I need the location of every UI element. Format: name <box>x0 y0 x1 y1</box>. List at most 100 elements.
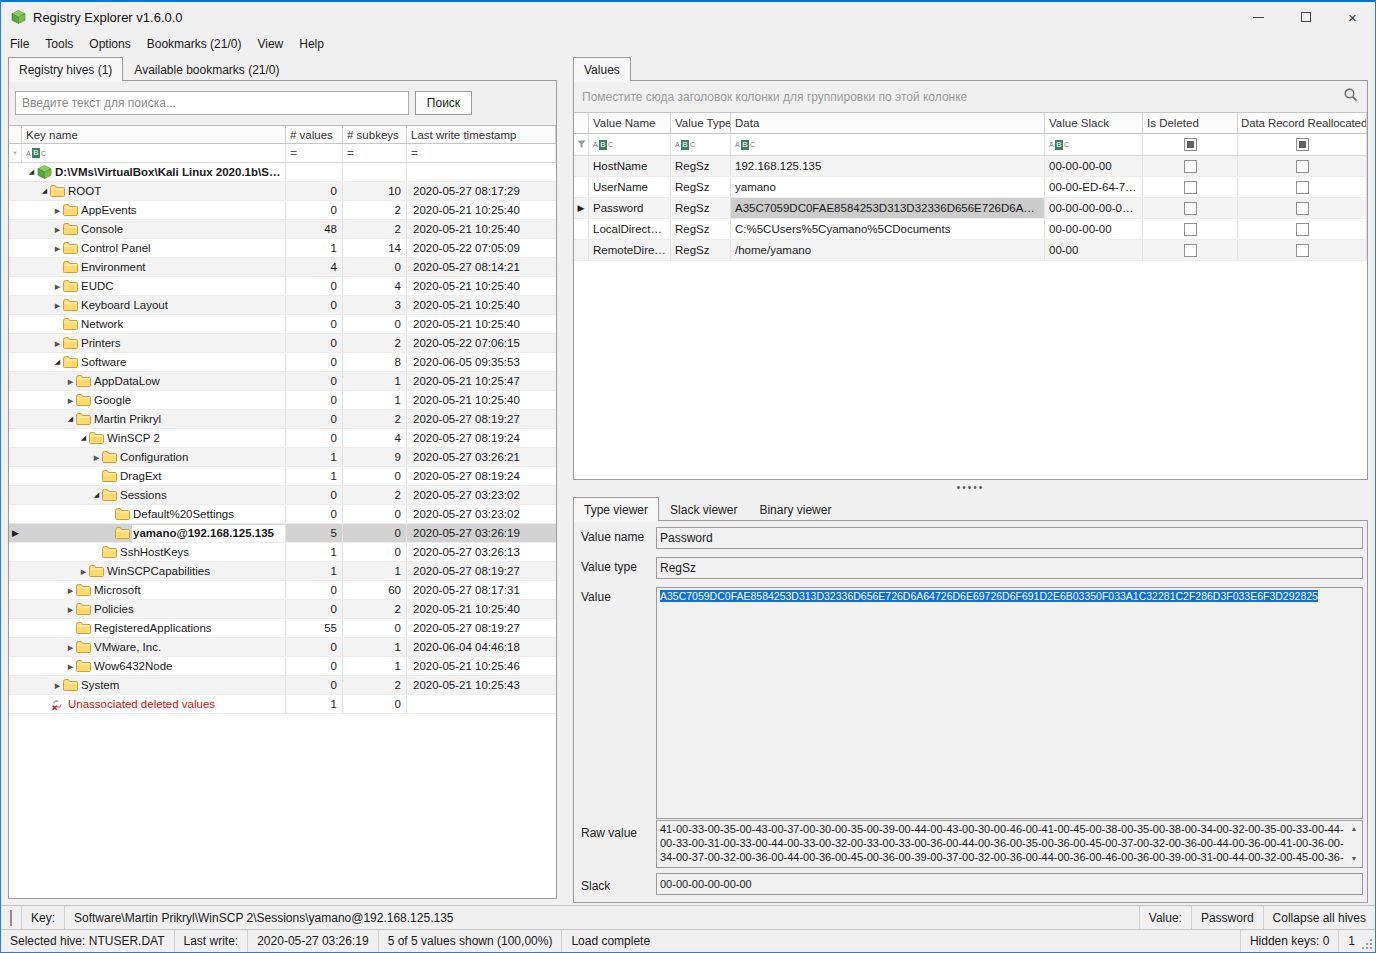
tree-row-d-vms-virtualbox-kali-linux-2020-1b-sh-[interactable]: D:\VMs\VirtualBox\Kali Linux 2020.1b\Sh.… <box>9 163 556 182</box>
tree-row-sshhostkeys[interactable]: SshHostKeys102020-05-27 03:26:13 <box>9 543 556 562</box>
scroll-down-icon[interactable]: ▼ <box>1351 852 1358 866</box>
menu-bookmarks[interactable]: Bookmarks (21/0) <box>139 34 250 54</box>
values-filter-deleted[interactable] <box>1143 134 1238 155</box>
tree-row-microsoft[interactable]: Microsoft0602020-05-27 08:17:31 <box>9 581 556 600</box>
search-button[interactable]: Поиск <box>415 91 472 115</box>
data-record-reallocated-checkbox[interactable] <box>1238 240 1367 260</box>
expander-icon[interactable] <box>65 415 76 423</box>
tree-row-registeredapplications[interactable]: RegisteredApplications5502020-05-27 08:1… <box>9 619 556 638</box>
tab-slack-viewer[interactable]: Slack viewer <box>659 497 748 521</box>
text-filter-icon[interactable]: ABC <box>735 140 755 150</box>
values-filter-slack[interactable]: ABC <box>1045 134 1143 155</box>
menu-tools[interactable]: Tools <box>37 34 81 54</box>
tree-row-winscp-2[interactable]: WinSCP 2042020-05-27 08:19:24 <box>9 429 556 448</box>
tree-row-configuration[interactable]: Configuration192020-05-27 03:26:21 <box>9 448 556 467</box>
tab-binary-viewer[interactable]: Binary viewer <box>748 497 842 521</box>
tree-row-winscpcapabilities[interactable]: WinSCPCapabilities112020-05-27 08:19:27 <box>9 562 556 581</box>
menu-options[interactable]: Options <box>81 34 138 54</box>
tree-filter-keyname[interactable]: ABC <box>22 144 286 162</box>
data-record-reallocated-checkbox[interactable] <box>1238 156 1367 176</box>
filter-funnel-icon[interactable] <box>9 144 22 162</box>
tree-filter-values[interactable]: = <box>286 144 343 162</box>
is-deleted-checkbox[interactable] <box>1143 177 1238 197</box>
expander-icon[interactable] <box>39 187 50 195</box>
is-deleted-checkbox[interactable] <box>1143 198 1238 218</box>
tree-row-sessions[interactable]: Sessions022020-05-27 03:23:02 <box>9 486 556 505</box>
tree-row-printers[interactable]: Printers022020-05-22 07:06:15 <box>9 334 556 353</box>
search-icon[interactable] <box>1343 87 1359 106</box>
values-filter-funnel-icon[interactable] <box>574 134 589 155</box>
value-row-hostname[interactable]: HostNameRegSz192.168.125.13500-00-00-00 <box>574 156 1367 177</box>
value-type-field[interactable]: RegSz <box>656 557 1363 579</box>
tree-row-appdatalow[interactable]: AppDataLow012020-05-21 10:25:47 <box>9 372 556 391</box>
search-input[interactable]: Введите текст для поиска... <box>15 91 409 115</box>
expander-icon[interactable] <box>52 337 63 350</box>
tree-row-network[interactable]: Network002020-05-21 10:25:40 <box>9 315 556 334</box>
expander-icon[interactable] <box>65 394 76 407</box>
tab-registry-hives[interactable]: Registry hives (1) <box>8 57 123 81</box>
expander-icon[interactable] <box>78 434 89 442</box>
expander-icon[interactable] <box>91 491 102 499</box>
values-header-is-deleted[interactable]: Is Deleted <box>1143 113 1238 133</box>
expander-icon[interactable] <box>52 358 63 366</box>
values-header-data[interactable]: Data <box>731 113 1045 133</box>
expander-icon[interactable] <box>91 451 102 464</box>
tree-row-wow6432node[interactable]: Wow6432Node012020-05-21 10:25:46 <box>9 657 556 676</box>
values-header-value-type[interactable]: Value Type <box>671 113 731 133</box>
tab-available-bookmarks[interactable]: Available bookmarks (21/0) <box>123 57 290 81</box>
values-header-data-record-reallocated[interactable]: Data Record Reallocated <box>1238 113 1367 133</box>
tree-row-martin-prikryl[interactable]: Martin Prikryl022020-05-27 08:19:27 <box>9 410 556 429</box>
expander-icon[interactable] <box>65 660 76 673</box>
value-name-field[interactable]: Password <box>656 527 1363 549</box>
tree-header-lastwrite[interactable]: Last write timestamp <box>407 126 556 143</box>
maximize-button[interactable] <box>1282 2 1329 32</box>
tree-row-control-panel[interactable]: Control Panel1142020-05-22 07:05:09 <box>9 239 556 258</box>
tree-row-appevents[interactable]: AppEvents022020-05-21 10:25:40 <box>9 201 556 220</box>
tree-row-root[interactable]: ROOT0102020-05-27 08:17:29 <box>9 182 556 201</box>
values-filter-realloc[interactable] <box>1238 134 1367 155</box>
text-filter-icon[interactable]: ABC <box>675 140 695 150</box>
expander-icon[interactable] <box>78 565 89 578</box>
tree-filter-subkeys[interactable]: = <box>343 144 407 162</box>
value-row-localdirectory[interactable]: LocalDirectoryRegSzC:%5CUsers%5Cyamano%5… <box>574 219 1367 240</box>
key-checkbox[interactable] <box>10 911 12 925</box>
expander-icon[interactable] <box>26 168 37 176</box>
expander-icon[interactable] <box>65 603 76 616</box>
menu-help[interactable]: Help <box>291 34 332 54</box>
text-filter-icon[interactable]: ABC <box>26 148 46 158</box>
is-deleted-checkbox[interactable] <box>1143 156 1238 176</box>
text-filter-icon[interactable]: ABC <box>1049 140 1069 150</box>
menu-file[interactable]: File <box>2 34 37 54</box>
tree-row-software[interactable]: Software082020-06-05 09:35:53 <box>9 353 556 372</box>
tab-type-viewer[interactable]: Type viewer <box>573 497 659 521</box>
tree-row-eudc[interactable]: EUDC042020-05-21 10:25:40 <box>9 277 556 296</box>
data-record-reallocated-checkbox[interactable] <box>1238 198 1367 218</box>
resize-grip[interactable] <box>1361 938 1373 950</box>
menu-view[interactable]: View <box>249 34 291 54</box>
minimize-button[interactable] <box>1235 2 1282 32</box>
values-filter-type[interactable]: ABC <box>671 134 731 155</box>
collapse-all-hives-button[interactable]: Collapse all hives <box>1264 906 1375 929</box>
tree-row-unassociated-deleted-values[interactable]: Unassociated deleted values10 <box>9 695 556 714</box>
data-record-reallocated-checkbox[interactable] <box>1238 219 1367 239</box>
expander-icon[interactable] <box>52 223 63 236</box>
expander-icon[interactable] <box>52 204 63 217</box>
tree-header-values[interactable]: # values <box>286 126 343 143</box>
tab-values[interactable]: Values <box>573 57 631 81</box>
text-filter-icon[interactable]: ABC <box>593 140 613 150</box>
values-filter-name[interactable]: ABC <box>589 134 671 155</box>
tree-row-dragext[interactable]: DragExt102020-05-27 08:19:24 <box>9 467 556 486</box>
values-header-value-slack[interactable]: Value Slack <box>1045 113 1143 133</box>
tree-row-keyboard-layout[interactable]: Keyboard Layout032020-05-21 10:25:40 <box>9 296 556 315</box>
expander-icon[interactable] <box>52 679 63 692</box>
close-button[interactable]: × <box>1329 2 1376 32</box>
expander-icon[interactable] <box>52 280 63 293</box>
is-deleted-checkbox[interactable] <box>1143 219 1238 239</box>
scroll-up-icon[interactable]: ▲ <box>1351 822 1358 836</box>
tree-row-environment[interactable]: Environment402020-05-27 08:14:21 <box>9 258 556 277</box>
tree-row-policies[interactable]: Policies022020-05-21 10:25:40 <box>9 600 556 619</box>
slack-field[interactable]: 00-00-00-00-00-00 <box>656 873 1363 895</box>
tree-header-keyname[interactable]: Key name <box>22 126 286 143</box>
tree-row-google[interactable]: Google012020-05-21 10:25:40 <box>9 391 556 410</box>
values-filter-data[interactable]: ABC <box>731 134 1045 155</box>
